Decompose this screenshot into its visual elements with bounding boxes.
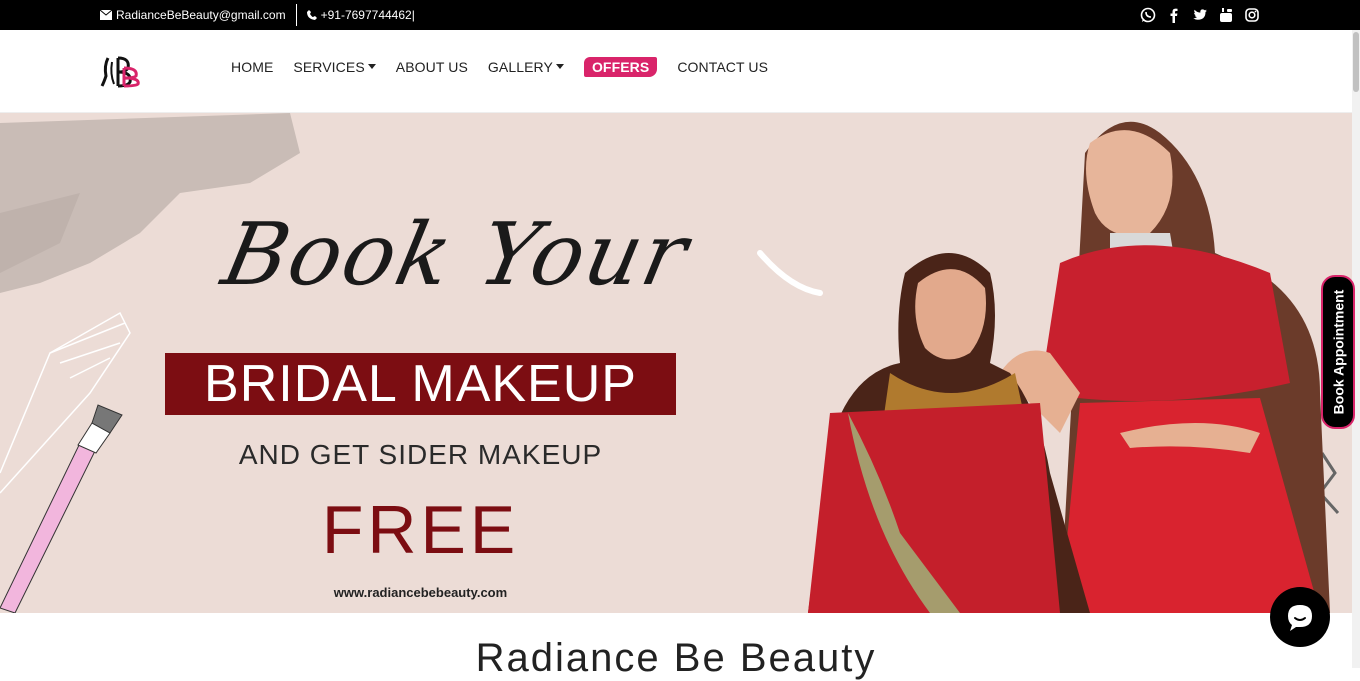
nav-services[interactable]: SERVICES bbox=[293, 58, 376, 75]
hero-banner[interactable]: Book Your BRIDAL MAKEUP AND GET SIDER MA… bbox=[0, 113, 1352, 613]
site-title: Radiance Be Beauty bbox=[475, 636, 877, 680]
book-appointment-label: Book Appointment bbox=[1330, 289, 1346, 415]
youtube-icon[interactable] bbox=[1218, 7, 1234, 23]
main-nav: HOME SERVICES ABOUT US GALLERY OFFERS CO… bbox=[231, 30, 768, 103]
email-link[interactable]: RadianceBeBeauty@gmail.com bbox=[100, 8, 286, 22]
caret-down-icon bbox=[555, 64, 564, 69]
paint-stroke bbox=[757, 250, 823, 296]
logo[interactable] bbox=[100, 54, 142, 90]
site-header: HOME SERVICES ABOUT US GALLERY OFFERS CO… bbox=[0, 30, 1352, 113]
whatsapp-icon[interactable] bbox=[1140, 7, 1156, 23]
nav-home[interactable]: HOME bbox=[231, 59, 273, 75]
hero-headline: BRIDAL MAKEUP bbox=[165, 353, 676, 415]
nav-gallery-label: GALLERY bbox=[487, 58, 553, 75]
top-bar: RadianceBeBeauty@gmail.com +91-769774446… bbox=[0, 0, 1360, 30]
nav-contact[interactable]: CONTACT US bbox=[677, 59, 768, 75]
facebook-icon[interactable] bbox=[1166, 7, 1182, 23]
makeup-brush bbox=[0, 404, 123, 613]
hero-free: FREE bbox=[321, 492, 520, 568]
email-text: RadianceBeBeauty@gmail.com bbox=[116, 8, 286, 22]
divider bbox=[295, 4, 297, 26]
nav-about[interactable]: ABOUT US bbox=[396, 59, 468, 75]
hero-url: www.radiancebebeauty.com bbox=[333, 585, 508, 600]
social-links bbox=[1140, 0, 1260, 30]
nav-offers[interactable]: OFFERS bbox=[583, 56, 658, 77]
contact-info: RadianceBeBeauty@gmail.com +91-769774446… bbox=[100, 0, 415, 30]
nav-home-label: HOME bbox=[231, 58, 274, 75]
phone-link[interactable]: +91-7697744462| bbox=[306, 8, 415, 22]
phone-icon bbox=[306, 10, 317, 20]
twitter-icon[interactable] bbox=[1192, 7, 1208, 23]
model-photo bbox=[808, 121, 1330, 613]
fan-brush bbox=[0, 311, 131, 494]
scrollbar-thumb[interactable] bbox=[1353, 32, 1359, 92]
nav-gallery[interactable]: GALLERY bbox=[488, 59, 564, 75]
hero-subline: AND GET SIDER MAKEUP bbox=[238, 439, 603, 470]
phone-text: +91-7697744462| bbox=[320, 8, 415, 22]
nav-offers-label: OFFERS bbox=[591, 58, 650, 75]
instagram-icon[interactable] bbox=[1244, 7, 1260, 23]
book-appointment-tab[interactable]: Book Appointment bbox=[1321, 275, 1355, 429]
nav-services-label: SERVICES bbox=[293, 58, 365, 75]
chat-bubble-icon bbox=[1288, 605, 1312, 631]
caret-down-icon bbox=[367, 64, 376, 69]
nav-contact-label: CONTACT US bbox=[677, 58, 769, 75]
envelope-icon bbox=[100, 10, 112, 20]
nav-about-label: ABOUT US bbox=[395, 58, 468, 75]
hero-script-heading: Book Your bbox=[214, 205, 698, 305]
